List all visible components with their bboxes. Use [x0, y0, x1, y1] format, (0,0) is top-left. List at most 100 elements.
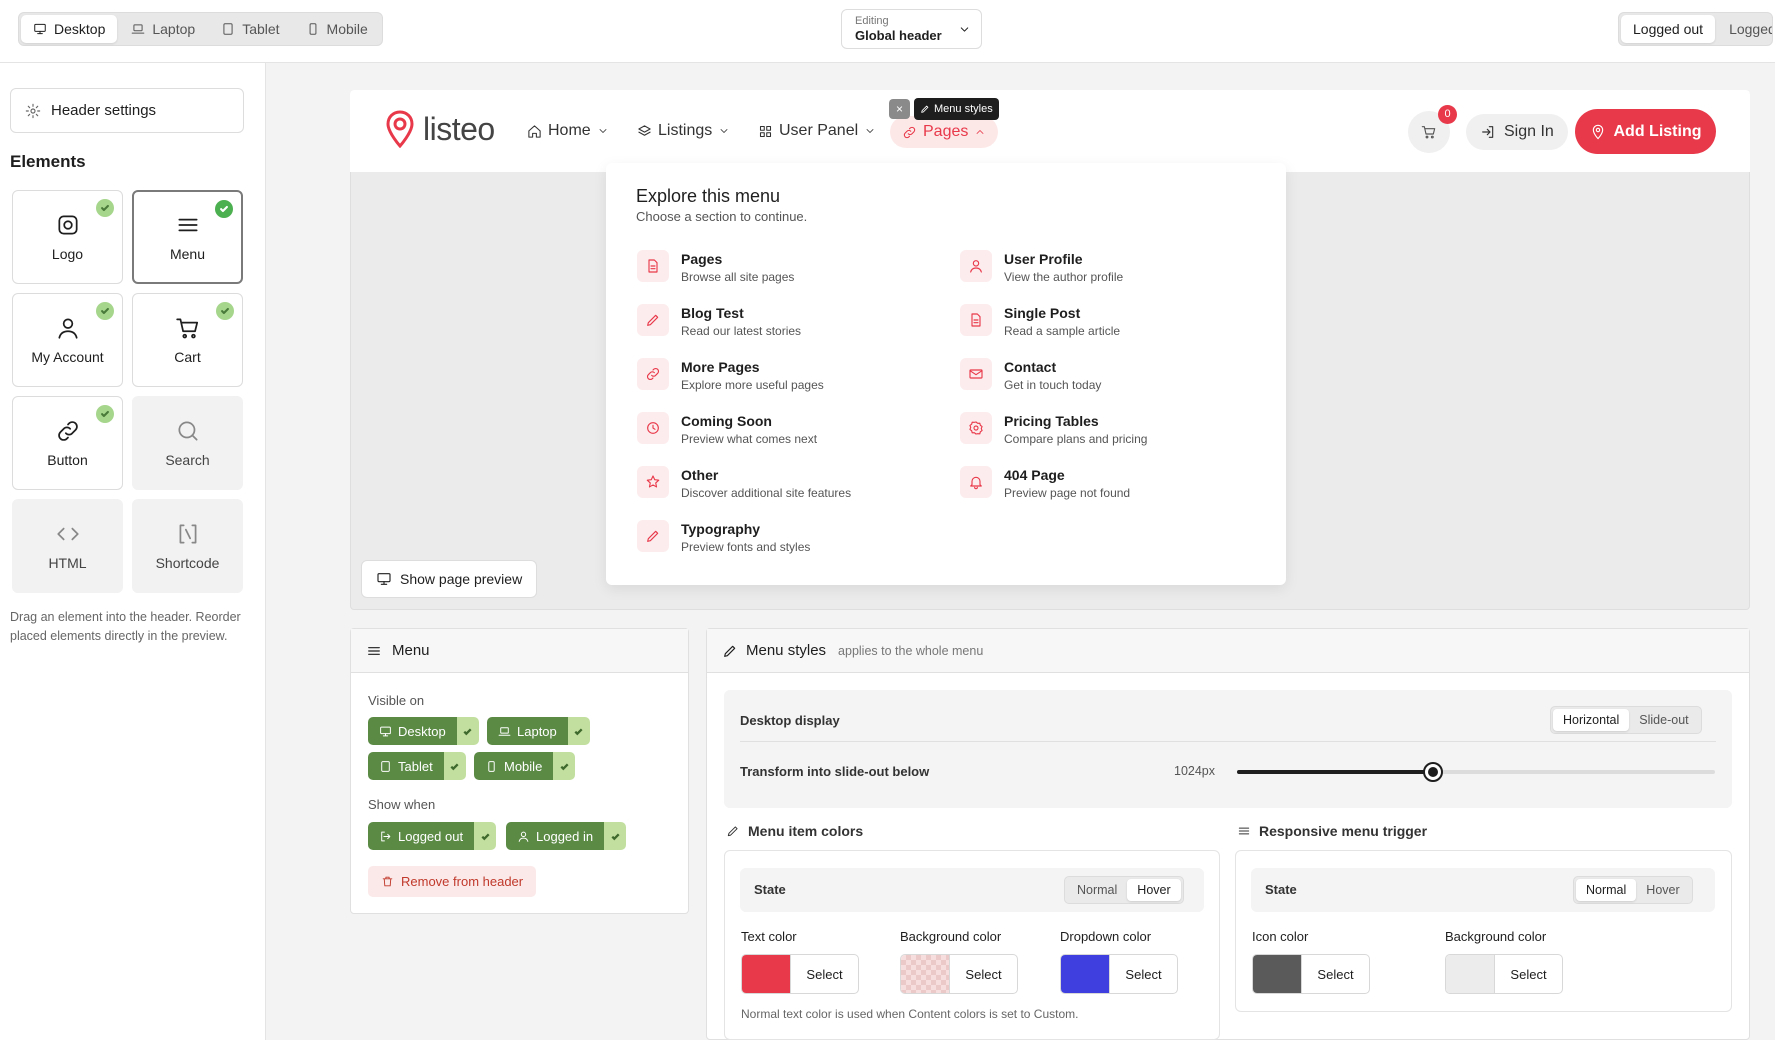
device-tab-tablet[interactable]: Tablet: [209, 15, 291, 43]
placed-check-icon: [216, 302, 234, 320]
gear-icon: [25, 103, 41, 118]
breakpoint-slider-thumb[interactable]: [1422, 762, 1443, 782]
visibility-pill-desktop[interactable]: Desktop: [368, 717, 479, 745]
element-tile-menu[interactable]: Menu: [132, 190, 243, 284]
visibility-pill-laptop[interactable]: Laptop: [487, 717, 590, 745]
file-icon: [971, 313, 981, 327]
element-tile-cart[interactable]: Cart: [132, 293, 243, 387]
mobile-icon: [488, 760, 495, 772]
nav-item-listings[interactable]: Listings: [637, 122, 730, 140]
menu-item-colors-title: Menu item colors: [748, 823, 864, 839]
dropdown-color-picker[interactable]: Select: [1060, 954, 1178, 994]
login-tab-logged-in[interactable]: Logged in: [1717, 15, 1772, 43]
show-page-preview-label: Show page preview: [400, 571, 523, 587]
device-tab-mobile[interactable]: Mobile: [294, 15, 380, 43]
dropdown-subtitle: Choose a section to continue.: [636, 209, 808, 224]
element-tile-logo[interactable]: Logo: [12, 190, 123, 284]
element-tile-label: HTML: [48, 555, 87, 571]
dropdown-item-desc: Preview page not found: [1004, 486, 1131, 500]
tablet-icon: [223, 23, 233, 35]
dropdown-item-blog-test[interactable]: Blog Test Read our latest stories: [637, 304, 937, 338]
dropdown-item-title: Pages: [681, 251, 723, 267]
editing-selector[interactable]: Editing Global header: [841, 9, 982, 49]
element-tile-search[interactable]: Search: [132, 396, 243, 490]
pill-label: Logged in: [536, 828, 594, 844]
dropdown-item-desc: Browse all site pages: [681, 270, 795, 284]
display-option-horizontal[interactable]: Horizontal: [1553, 709, 1630, 731]
item-state-hover[interactable]: Hover: [1127, 879, 1181, 901]
laptop-icon: [498, 726, 511, 736]
device-tab-label: Laptop: [152, 21, 196, 37]
bell-icon: [970, 476, 982, 490]
map-pin-icon: [1592, 124, 1603, 139]
close-icon[interactable]: ×: [889, 99, 910, 119]
dropdown-item-pages[interactable]: Pages Browse all site pages: [637, 250, 937, 284]
dropdown-item-title: User Profile: [1004, 251, 1083, 267]
dropdown-item-other[interactable]: Other Discover additional site features: [637, 466, 937, 500]
dropdown-item-coming-soon[interactable]: Coming Soon Preview what comes next: [637, 412, 937, 446]
dropdown-item-title: Pricing Tables: [1004, 413, 1099, 429]
menu-lines-icon: [1238, 827, 1250, 835]
dropdown-item-desc: Read our latest stories: [681, 324, 802, 338]
state-pill-logged-in[interactable]: Logged in: [506, 822, 627, 850]
sign-in-button[interactable]: Sign In: [1466, 114, 1568, 150]
breakpoint-slider-track[interactable]: [1237, 762, 1715, 782]
background-color-picker[interactable]: Select: [900, 954, 1018, 994]
placed-check-icon: [215, 200, 233, 218]
state-pill-logged-out[interactable]: Logged out: [368, 822, 497, 850]
brand-logo[interactable]: listeo: [385, 110, 495, 148]
dropdown-item-typography[interactable]: Typography Preview fonts and styles: [637, 520, 937, 554]
trigger-background-color-label: Background color: [1445, 929, 1547, 944]
select-label: Select: [1109, 955, 1177, 993]
dropdown-item-pricing-tables[interactable]: Pricing Tables Compare plans and pricing: [960, 412, 1260, 446]
menu-styles-badge[interactable]: Menu styles: [914, 98, 999, 120]
dropdown-item-404-page[interactable]: 404 Page Preview page not found: [960, 466, 1260, 500]
dropdown-item-user-profile[interactable]: User Profile View the author profile: [960, 250, 1260, 284]
remove-from-header-button[interactable]: Remove from header: [368, 866, 537, 897]
device-tab-desktop[interactable]: Desktop: [21, 15, 118, 43]
text-color-picker[interactable]: Select: [741, 954, 859, 994]
chevron-down-icon: [720, 129, 728, 133]
icon-color-picker[interactable]: Select: [1252, 954, 1370, 994]
item-state-label: State: [754, 882, 786, 897]
element-tile-button[interactable]: Button: [12, 396, 123, 490]
dropdown-item-title: Single Post: [1004, 305, 1081, 321]
trigger-state-hover[interactable]: Hover: [1636, 879, 1689, 901]
item-state-normal[interactable]: Normal: [1067, 879, 1127, 901]
element-tile-label: Button: [47, 452, 88, 468]
dropdown-item-contact[interactable]: Contact Get in touch today: [960, 358, 1260, 392]
dropdown-color-label: Dropdown color: [1060, 929, 1152, 944]
add-listing-button[interactable]: Add Listing: [1575, 109, 1716, 154]
element-tile-shortcode[interactable]: Shortcode: [132, 499, 243, 593]
show-page-preview-button[interactable]: Show page preview: [361, 560, 538, 598]
login-tab-logged-out[interactable]: Logged out: [1621, 15, 1716, 43]
nav-item-user-panel[interactable]: User Panel: [758, 122, 876, 140]
element-tile-html[interactable]: HTML: [12, 499, 123, 593]
element-tile-my-account[interactable]: My Account: [12, 293, 123, 387]
device-tab-laptop[interactable]: Laptop: [119, 15, 207, 43]
dropdown-item-desc: Compare plans and pricing: [1004, 432, 1148, 446]
menu-panel-title: Menu: [392, 642, 430, 659]
transform-label: Transform into slide-out below: [740, 764, 930, 779]
visible-on-label: Visible on: [368, 693, 425, 708]
trigger-background-color-picker[interactable]: Select: [1445, 954, 1563, 994]
dropdown-item-single-post[interactable]: Single Post Read a sample article: [960, 304, 1260, 338]
mail-icon: [969, 369, 983, 379]
header-settings-button[interactable]: Header settings: [10, 88, 244, 133]
breakpoint-slider-fill: [1237, 770, 1433, 774]
display-option-slide-out[interactable]: Slide-out: [1629, 709, 1698, 731]
tablet-icon: [381, 760, 390, 772]
visibility-pill-mobile[interactable]: Mobile: [474, 752, 576, 780]
dropdown-item-desc: Preview what comes next: [681, 432, 818, 446]
badge-icon: [969, 421, 983, 435]
menu-styles-title: Menu styles: [746, 642, 827, 659]
sign-in-icon: [1482, 126, 1494, 138]
trigger-state-normal[interactable]: Normal: [1576, 879, 1637, 901]
nav-item-home[interactable]: Home: [527, 122, 609, 140]
nav-label: Pages: [923, 123, 969, 140]
nav-item-pages[interactable]: Pages: [890, 116, 999, 148]
visibility-pill-tablet[interactable]: Tablet: [368, 752, 466, 780]
dropdown-item-more-pages[interactable]: More Pages Explore more useful pages: [637, 358, 937, 392]
device-tab-label: Desktop: [54, 21, 106, 37]
dropdown-item-desc: Explore more useful pages: [681, 378, 824, 392]
